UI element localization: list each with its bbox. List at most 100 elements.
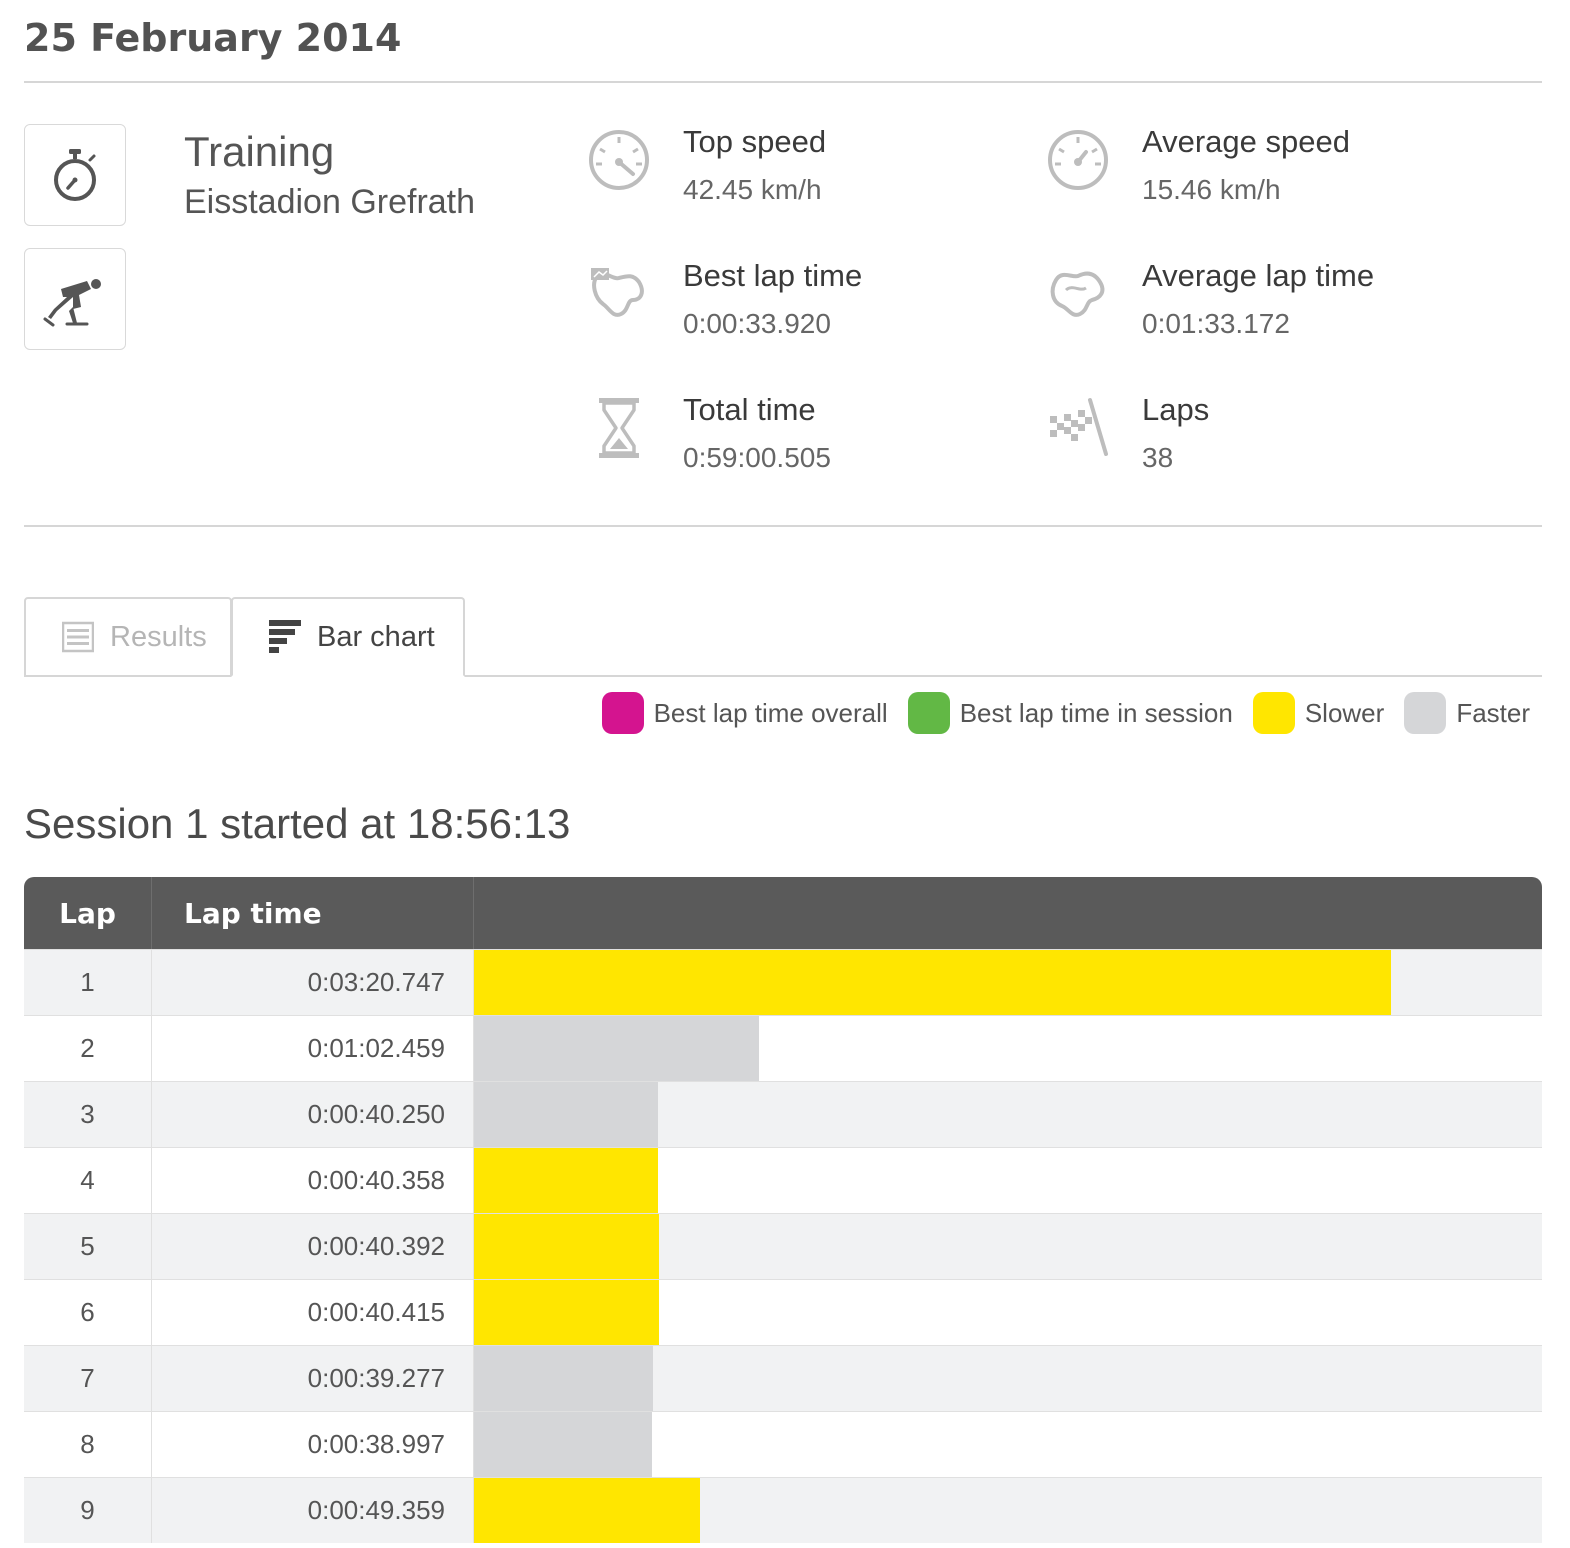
- checkered-flag-icon: [1050, 398, 1108, 456]
- table-row: 4 0:00:40.358: [24, 1147, 1542, 1213]
- lap-bar: [474, 950, 1392, 1015]
- track-best-icon: [591, 268, 644, 317]
- hourglass-icon: [599, 398, 639, 458]
- stat-laps: Laps 38: [1046, 392, 1486, 496]
- legend-label: Faster: [1456, 697, 1530, 728]
- table-header: Lap Lap time: [24, 877, 1542, 949]
- laps-table: Lap Lap time 1 0:03:20.747 2 0:01:02.459 3 0:…: [24, 877, 1542, 1543]
- stats-divider: [24, 525, 1542, 527]
- lap-bar: [474, 1082, 658, 1147]
- chart-legend: Best lap time overall Best lap time in s…: [582, 692, 1530, 734]
- table-row: 1 0:03:20.747: [24, 949, 1542, 1015]
- bar-cell: [474, 1280, 1542, 1345]
- stat-label: Best lap time: [683, 258, 863, 293]
- legend-faster: Faster: [1404, 692, 1530, 734]
- speedometer-icon: [1048, 130, 1108, 190]
- table-row: 6 0:00:40.415: [24, 1279, 1542, 1345]
- bar-chart-icon: [269, 620, 301, 653]
- stopwatch-icon: [54, 149, 96, 201]
- activity-location: Eisstadion Grefrath: [184, 183, 476, 221]
- session-title: Session 1 started at 18:56:13: [24, 800, 571, 847]
- stat-value: 42.45 km/h: [683, 174, 822, 205]
- lap-time: 0:00:39.277: [152, 1346, 474, 1411]
- speed-skater-icon: [43, 279, 101, 327]
- table-row: 5 0:00:40.392: [24, 1213, 1542, 1279]
- lap-bar: [474, 1412, 653, 1477]
- stat-label: Laps: [1142, 392, 1210, 427]
- stat-value: 38: [1142, 442, 1174, 473]
- lap-time: 0:00:40.415: [152, 1280, 474, 1345]
- legend-best-overall: Best lap time overall: [601, 692, 888, 734]
- bar-cell: [474, 1214, 1542, 1279]
- header-divider: [24, 81, 1542, 83]
- tab-results[interactable]: Results: [24, 597, 232, 677]
- stat-top-speed: Top speed 42.45 km/h: [587, 124, 1027, 228]
- stat-value: 15.46 km/h: [1142, 174, 1281, 205]
- lap-bar: [474, 1478, 700, 1543]
- stat-average-speed: Average speed 15.46 km/h: [1046, 124, 1486, 228]
- legend-label: Best lap time overall: [653, 697, 888, 728]
- legend-swatch-best-session: [907, 692, 950, 734]
- lap-time: 0:00:40.250: [152, 1082, 474, 1147]
- activity-type: Training: [184, 128, 335, 175]
- lap-number: 3: [24, 1082, 152, 1147]
- speed-skating-icon-box: [24, 248, 126, 350]
- column-header-bar: [474, 877, 1542, 949]
- stat-value: 0:59:00.505: [683, 442, 831, 473]
- table-row: 9 0:00:49.359: [24, 1477, 1542, 1543]
- lap-time: 0:01:02.459: [152, 1016, 474, 1081]
- lap-bar: [474, 1346, 654, 1411]
- table-row: 8 0:00:38.997: [24, 1411, 1542, 1477]
- speedometer-icon: [589, 130, 649, 190]
- activity-info: Training Eisstadion Grefrath: [184, 124, 475, 224]
- stopwatch-icon-box: [24, 124, 126, 226]
- lap-bar: [474, 1214, 659, 1279]
- legend-label: Slower: [1304, 697, 1385, 728]
- table-row: 3 0:00:40.250: [24, 1081, 1542, 1147]
- stat-label: Top speed: [683, 124, 827, 159]
- bar-cell: [474, 1412, 1542, 1477]
- view-tabs: Results Bar chart: [24, 597, 1542, 677]
- legend-slower: Slower: [1252, 692, 1385, 734]
- bar-cell: [474, 1148, 1542, 1213]
- bar-cell: [474, 1016, 1542, 1081]
- lap-bar: [474, 1148, 659, 1213]
- bar-cell: [474, 950, 1542, 1015]
- page-title: 25 February 2014: [24, 16, 402, 60]
- lap-number: 8: [24, 1412, 152, 1477]
- legend-label: Best lap time in session: [959, 697, 1233, 728]
- lap-time: 0:00:40.392: [152, 1214, 474, 1279]
- bar-cell: [474, 1082, 1542, 1147]
- lap-time: 0:03:20.747: [152, 950, 474, 1015]
- lap-number: 2: [24, 1016, 152, 1081]
- stat-label: Total time: [683, 392, 816, 427]
- stat-label: Average lap time: [1142, 258, 1375, 293]
- lap-number: 1: [24, 950, 152, 1015]
- legend-swatch-best-overall: [601, 692, 644, 734]
- lap-number: 4: [24, 1148, 152, 1213]
- legend-swatch-faster: [1404, 692, 1447, 734]
- stat-total-time: Total time 0:59:00.505: [587, 392, 1027, 496]
- stat-label: Average speed: [1142, 124, 1350, 159]
- bar-cell: [474, 1478, 1542, 1543]
- stat-value: 0:00:33.920: [683, 308, 831, 339]
- lap-time: 0:00:40.358: [152, 1148, 474, 1213]
- list-icon: [62, 621, 94, 653]
- lap-number: 5: [24, 1214, 152, 1279]
- lap-number: 6: [24, 1280, 152, 1345]
- lap-time: 0:00:49.359: [152, 1478, 474, 1543]
- bar-cell: [474, 1346, 1542, 1411]
- tab-bar-chart-label: Bar chart: [317, 620, 435, 653]
- stat-best-lap-time: Best lap time 0:00:33.920: [587, 258, 1027, 362]
- lap-time: 0:00:38.997: [152, 1412, 474, 1477]
- legend-swatch-slower: [1252, 692, 1295, 734]
- stat-value: 0:01:33.172: [1142, 308, 1290, 339]
- tab-bar-chart[interactable]: Bar chart: [231, 597, 465, 677]
- stat-average-lap-time: Average lap time 0:01:33.172: [1046, 258, 1486, 362]
- table-row: 7 0:00:39.277: [24, 1345, 1542, 1411]
- lap-number: 9: [24, 1478, 152, 1543]
- lap-bar: [474, 1280, 659, 1345]
- column-header-lap: Lap: [24, 877, 152, 949]
- lap-number: 7: [24, 1346, 152, 1411]
- lap-bar: [474, 1016, 760, 1081]
